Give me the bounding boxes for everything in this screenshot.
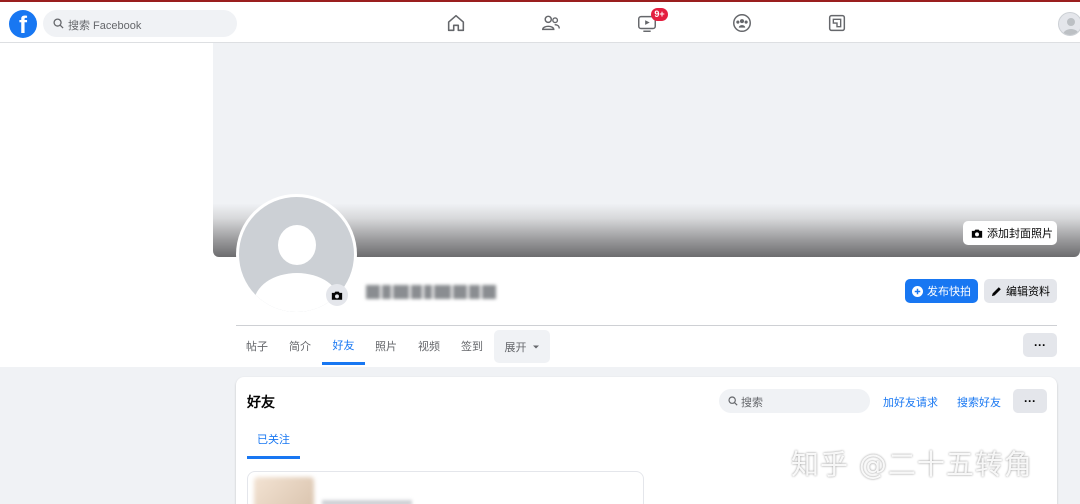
friends-search-placeholder: 搜索 (741, 397, 763, 409)
tab-photos[interactable]: 照片 (365, 327, 407, 365)
tab-label: 签到 (461, 341, 483, 353)
add-cover-photo-label: 添加封面照片 (987, 228, 1053, 240)
friends-more-options-button[interactable]: ··· (1013, 389, 1047, 413)
edit-profile-button[interactable]: 编辑资料 (984, 279, 1057, 303)
friend-photo-redacted (254, 477, 314, 504)
tab-more-dropdown[interactable]: 展开 (494, 330, 550, 363)
watermark-text: 知乎 @二十五转角 (791, 448, 1033, 481)
profile-name-redacted (366, 282, 497, 302)
tab-checkins[interactable]: 签到 (451, 327, 493, 365)
facebook-logo[interactable]: f (9, 10, 37, 38)
tab-following[interactable]: 已关注 (247, 427, 300, 459)
profile-divider (236, 325, 1057, 326)
caret-down-icon (532, 345, 539, 348)
camera-icon (331, 291, 343, 300)
friends-icon[interactable] (540, 12, 562, 34)
default-avatar-icon (1063, 18, 1079, 35)
edit-profile-label: 编辑资料 (1006, 286, 1050, 298)
account-avatar[interactable] (1058, 12, 1080, 36)
friend-name-redacted (322, 500, 412, 504)
add-cover-photo-button[interactable]: 添加封面照片 (963, 221, 1057, 245)
add-story-label: 发布快拍 (927, 286, 971, 298)
tab-label: 简介 (289, 341, 311, 353)
search-input[interactable]: 搜索 Facebook (43, 10, 237, 37)
friend-requests-link[interactable]: 加好友请求 (883, 394, 938, 410)
search-icon (53, 18, 64, 29)
find-friends-link[interactable]: 搜索好友 (957, 394, 1001, 410)
tab-label: 展开 (504, 341, 527, 354)
search-icon (728, 396, 738, 406)
friends-search-input[interactable]: 搜索 (719, 389, 870, 413)
gaming-icon[interactable] (826, 12, 848, 34)
groups-icon[interactable] (731, 12, 753, 34)
search-placeholder: 搜索 Facebook (68, 20, 142, 32)
camera-icon (971, 229, 983, 238)
home-icon[interactable] (445, 12, 467, 34)
plus-circle-icon (912, 285, 923, 297)
tab-posts[interactable]: 帖子 (236, 327, 278, 365)
left-blank-area (0, 43, 213, 367)
profile-more-options-button[interactable]: ··· (1023, 333, 1057, 357)
tab-about[interactable]: 简介 (279, 327, 321, 365)
tab-label: 帖子 (246, 341, 268, 353)
add-story-button[interactable]: 发布快拍 (905, 279, 978, 303)
friends-card-title: 好友 (247, 394, 275, 410)
tab-label: 照片 (375, 341, 397, 353)
pencil-icon (991, 286, 1001, 296)
tab-videos[interactable]: 视频 (408, 327, 450, 365)
update-profile-picture-button[interactable] (326, 284, 348, 306)
watch-notification-badge: 9+ (651, 8, 668, 21)
tab-label: 好友 (332, 339, 355, 352)
tab-label: 视频 (418, 341, 440, 353)
top-navigation-bar: f 搜索 Facebook 9+ (0, 2, 1080, 43)
tab-friends[interactable]: 好友 (322, 327, 365, 365)
